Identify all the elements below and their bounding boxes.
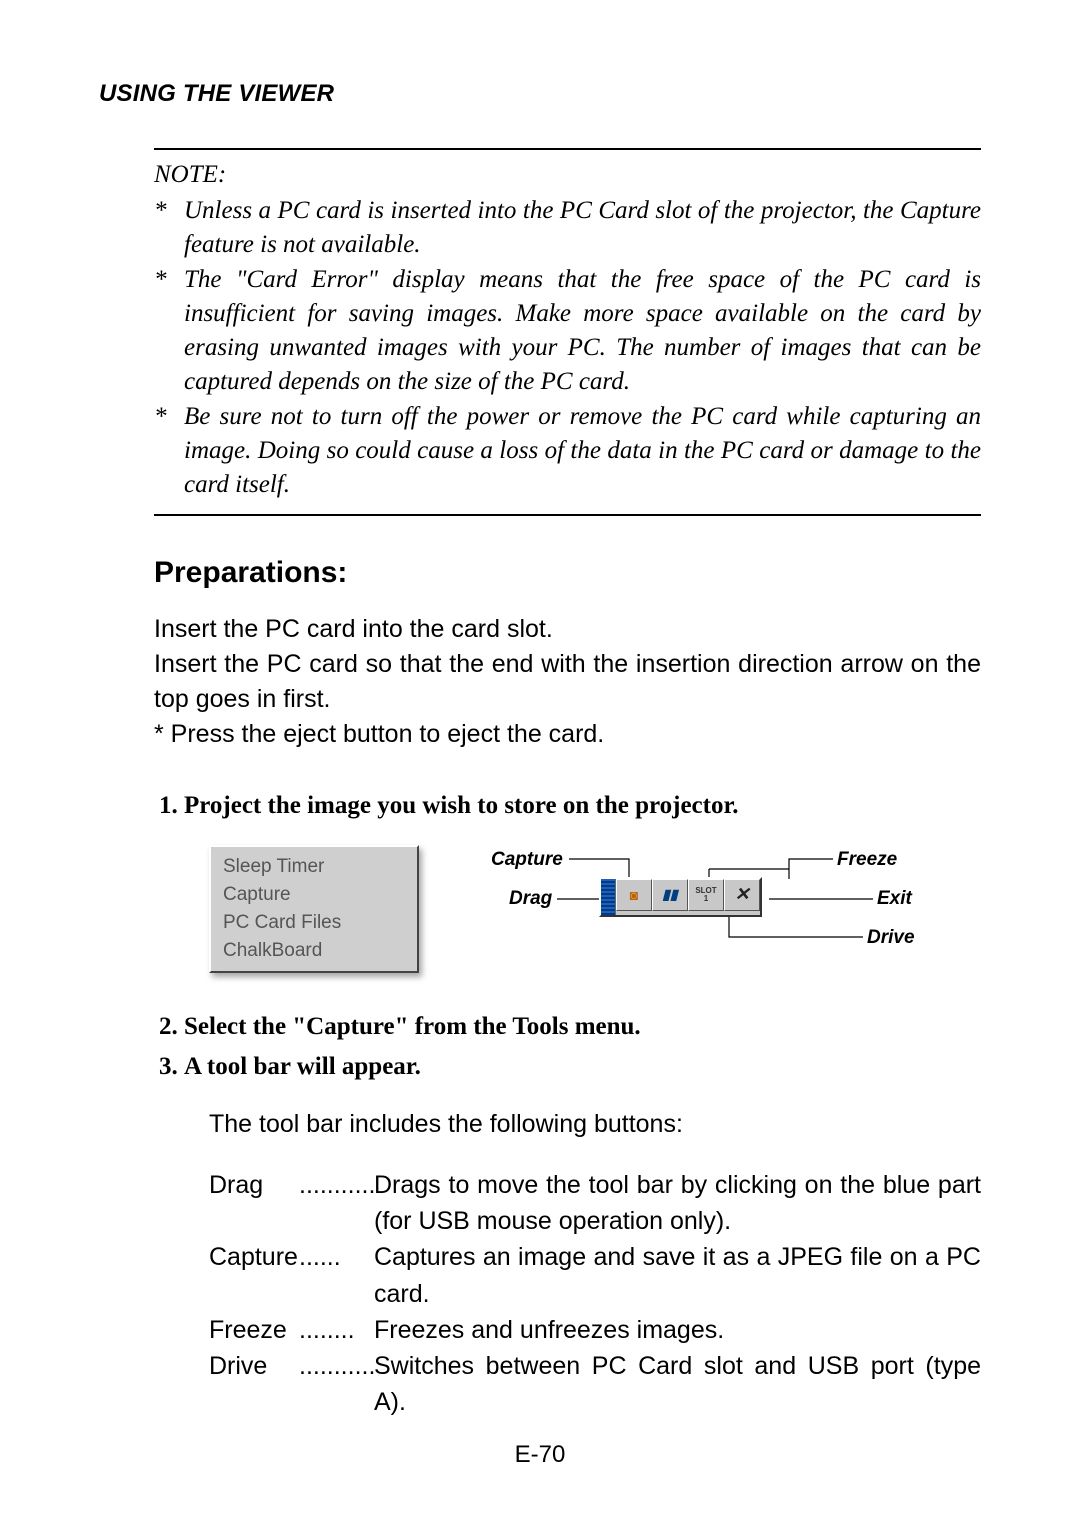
section-heading: Preparations: <box>154 556 981 590</box>
note-item: The "Card Error" display means that the … <box>154 263 981 398</box>
page-section-header: USING THE VIEWER <box>99 80 981 108</box>
step-item: Select the "Capture" from the Tools menu… <box>184 1013 981 1041</box>
def-term: Drag <box>209 1167 299 1240</box>
definition-row: Drive ........... Switches between PC Ca… <box>209 1348 981 1421</box>
note-item: Unless a PC card is inserted into the PC… <box>154 194 981 262</box>
note-item: Be sure not to turn off the power or rem… <box>154 400 981 501</box>
toolbar-drive-button[interactable]: SLOT 1 <box>688 879 724 911</box>
step-item: A tool bar will appear. <box>184 1053 981 1081</box>
toolbar-freeze-button[interactable]: ▮▮ <box>652 879 688 911</box>
def-term: Freeze <box>209 1312 299 1348</box>
definition-row: Freeze ........ Freezes and unfreezes im… <box>209 1312 981 1348</box>
drive-slot-label-bot: 1 <box>704 895 708 903</box>
definition-row: Drag ........... Drags to move the tool … <box>209 1167 981 1240</box>
page-number: E-70 <box>0 1441 1080 1469</box>
menu-item-capture[interactable]: Capture <box>221 881 407 909</box>
menu-item-sleep-timer[interactable]: Sleep Timer <box>221 853 407 881</box>
def-term: Drive <box>209 1348 299 1421</box>
def-dots: ........ <box>299 1312 374 1348</box>
step-item: Project the image you wish to store on t… <box>184 792 981 820</box>
prep-line: Insert the PC card so that the end with … <box>154 647 981 717</box>
note-title: NOTE: <box>154 158 981 192</box>
menu-item-pc-card-files[interactable]: PC Card Files <box>221 909 407 937</box>
button-definitions: Drag ........... Drags to move the tool … <box>209 1167 981 1421</box>
toolbar-diagram: Capture Freeze Drag Exit Drive <box>479 845 919 965</box>
def-desc: Drags to move the tool bar by clicking o… <box>374 1167 981 1240</box>
followup-text: The tool bar includes the following butt… <box>209 1106 981 1142</box>
def-dots: ........... <box>299 1167 374 1240</box>
capture-toolbar: ◙ ▮▮ SLOT 1 ✕ <box>599 877 762 917</box>
def-desc: Switches between PC Card slot and USB po… <box>374 1348 981 1421</box>
def-desc: Captures an image and save it as a JPEG … <box>374 1239 981 1312</box>
prep-line: * Press the eject button to eject the ca… <box>154 717 981 752</box>
toolbar-drag-handle[interactable] <box>601 879 616 915</box>
pause-icon: ▮▮ <box>662 886 677 903</box>
def-dots: ........... <box>299 1348 374 1421</box>
menu-item-chalkboard[interactable]: ChalkBoard <box>221 937 407 965</box>
def-dots: ...... <box>299 1239 374 1312</box>
prep-line: Insert the PC card into the card slot. <box>154 612 981 647</box>
note-block: NOTE: Unless a PC card is inserted into … <box>154 148 981 516</box>
close-icon: ✕ <box>734 884 749 905</box>
camera-icon: ◙ <box>630 887 638 903</box>
definition-row: Capture ...... Captures an image and sav… <box>209 1239 981 1312</box>
def-term: Capture <box>209 1239 299 1312</box>
def-desc: Freezes and unfreezes images. <box>374 1312 981 1348</box>
toolbar-exit-button[interactable]: ✕ <box>724 879 760 911</box>
tools-menu: Sleep Timer Capture PC Card Files ChalkB… <box>209 845 419 973</box>
toolbar-capture-button[interactable]: ◙ <box>616 879 652 911</box>
